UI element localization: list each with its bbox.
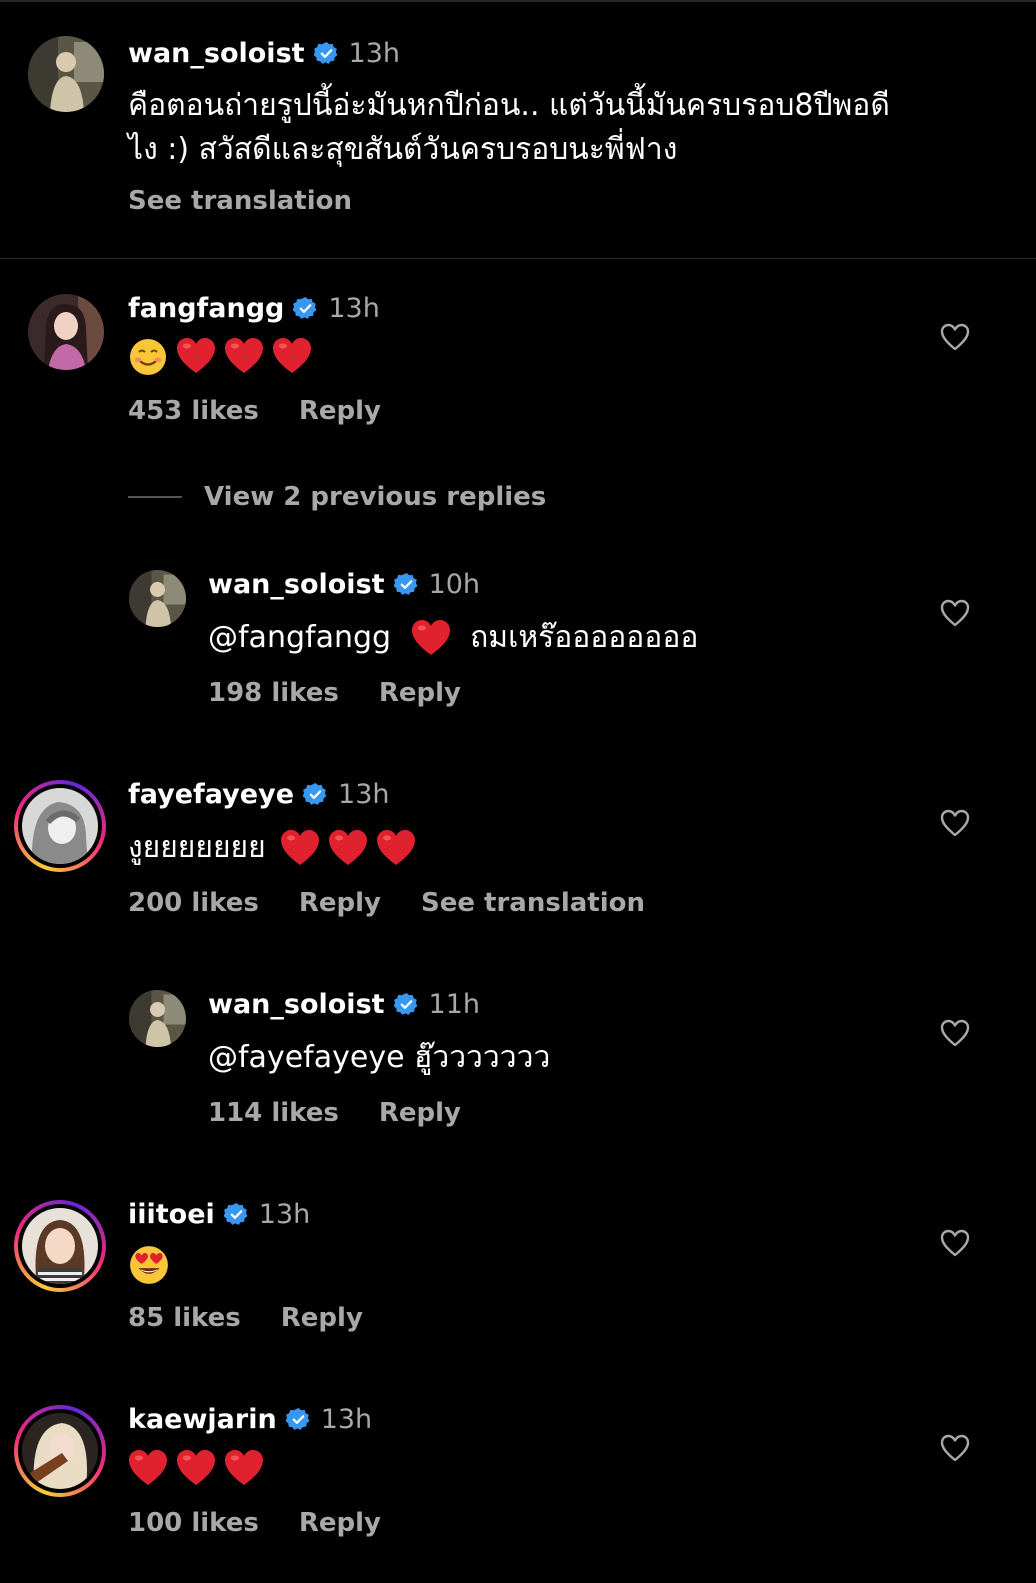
- like-heart-icon[interactable]: [940, 599, 970, 627]
- timestamp: 13h: [320, 1404, 373, 1435]
- verified-badge-icon: [313, 41, 339, 66]
- likes-count[interactable]: 198 likes: [208, 678, 339, 708]
- username[interactable]: wan_soloist: [208, 569, 385, 600]
- caption-text: คือตอนถ่ายรูปนี้อ่ะมันหกปีก่อน.. แต่วันน…: [128, 84, 988, 172]
- likes-count[interactable]: 114 likes: [208, 1098, 339, 1128]
- avatar[interactable]: [129, 570, 186, 627]
- story-ring-avatar[interactable]: [14, 1405, 106, 1497]
- comment-header: wan_soloist 11h: [208, 989, 480, 1020]
- comment-text: [128, 334, 320, 378]
- comment-text-after: ถมเหร๊ออออออออ: [470, 620, 699, 655]
- reply-button[interactable]: Reply: [281, 1303, 363, 1333]
- replies-divider-line: [128, 496, 182, 498]
- comment-body: งูยยยยยยย: [128, 830, 266, 865]
- red-heart-icon: [411, 619, 451, 659]
- comment-header: fayefayeye 13h: [128, 779, 389, 810]
- username[interactable]: wan_soloist: [208, 989, 385, 1020]
- see-translation-link[interactable]: See translation: [421, 888, 645, 918]
- red-heart-icon: [376, 829, 416, 869]
- comment-header: wan_soloist 13h: [128, 38, 400, 69]
- avatar: [22, 788, 98, 864]
- comment-actions: 85 likes Reply: [128, 1303, 403, 1333]
- comment-actions: 453 likes Reply: [128, 396, 421, 426]
- comment-actions: 198 likes Reply: [208, 678, 501, 708]
- red-heart-icon: [280, 829, 320, 869]
- timestamp: 13h: [348, 38, 401, 69]
- comment-text: [128, 1446, 272, 1490]
- username[interactable]: fangfangg: [128, 293, 284, 324]
- username[interactable]: wan_soloist: [128, 38, 305, 69]
- avatar: [22, 1413, 98, 1489]
- timestamp: 13h: [328, 293, 380, 324]
- reply-button[interactable]: Reply: [379, 1098, 461, 1128]
- view-replies-label[interactable]: View 2 previous replies: [204, 482, 546, 512]
- red-heart-icon: [176, 1449, 216, 1489]
- like-heart-icon[interactable]: [940, 323, 970, 351]
- timestamp: 13h: [258, 1199, 311, 1230]
- reply-button[interactable]: Reply: [299, 888, 381, 918]
- caption-line: ไง :) สวัสดีและสุขสันต์วันครบรอบนะพี่ฟาง: [128, 132, 678, 167]
- timestamp: 11h: [428, 989, 481, 1020]
- comment-header: fangfangg 13h: [128, 293, 380, 324]
- comment-header: iiitoei 13h: [128, 1199, 310, 1230]
- avatar[interactable]: [129, 990, 186, 1047]
- smiling-face-icon: [128, 337, 168, 377]
- comment-actions: 200 likes Reply See translation: [128, 888, 685, 918]
- likes-count[interactable]: 85 likes: [128, 1303, 241, 1333]
- reply-button[interactable]: Reply: [299, 396, 381, 426]
- comment-header: kaewjarin 13h: [128, 1404, 372, 1435]
- comment-actions: 100 likes Reply: [128, 1508, 421, 1538]
- story-ring-avatar[interactable]: [14, 780, 106, 872]
- like-heart-icon[interactable]: [940, 1229, 970, 1257]
- verified-badge-icon: [303, 782, 328, 807]
- comment-text: @fayefayeye ฮู๊ววววววว: [208, 1040, 551, 1075]
- timestamp: 13h: [338, 779, 390, 810]
- verified-badge-icon: [223, 1202, 249, 1227]
- likes-count[interactable]: 200 likes: [128, 888, 259, 918]
- timestamp: 10h: [428, 569, 481, 600]
- verified-badge-icon: [393, 992, 419, 1017]
- red-heart-icon: [176, 337, 216, 377]
- like-heart-icon[interactable]: [940, 1019, 970, 1047]
- top-divider: [0, 0, 1036, 2]
- red-heart-icon: [224, 1449, 264, 1489]
- caption-line: คือตอนถ่ายรูปนี้อ่ะมันหกปีก่อน.. แต่วันน…: [128, 88, 890, 123]
- username[interactable]: fayefayeye: [128, 779, 294, 810]
- avatar[interactable]: [28, 294, 104, 370]
- story-ring-avatar[interactable]: [14, 1200, 106, 1292]
- red-heart-icon: [224, 337, 264, 377]
- comment-actions: 114 likes Reply: [208, 1098, 501, 1128]
- see-translation-link[interactable]: See translation: [128, 186, 352, 216]
- verified-badge-icon: [285, 1407, 311, 1432]
- view-previous-replies[interactable]: View 2 previous replies: [128, 482, 546, 512]
- likes-count[interactable]: 453 likes: [128, 396, 259, 426]
- red-heart-icon: [272, 337, 312, 377]
- verified-badge-icon: [393, 572, 419, 597]
- heart-eyes-icon: [128, 1244, 170, 1286]
- comment-text: งูยยยยยยย: [128, 826, 424, 870]
- username[interactable]: kaewjarin: [128, 1404, 277, 1435]
- verified-badge-icon: [293, 296, 318, 321]
- red-heart-icon: [328, 829, 368, 869]
- avatar: [22, 1208, 98, 1284]
- red-heart-icon: [128, 1449, 168, 1489]
- reply-button[interactable]: Reply: [379, 678, 461, 708]
- like-heart-icon[interactable]: [940, 1434, 970, 1462]
- username[interactable]: iiitoei: [128, 1199, 215, 1230]
- comment-text: [128, 1242, 178, 1286]
- avatar[interactable]: [28, 36, 104, 112]
- comment-text: @fangfangg ถมเหร๊ออออออออ: [208, 616, 698, 660]
- comment-header: wan_soloist 10h: [208, 569, 480, 600]
- reply-button[interactable]: Reply: [299, 1508, 381, 1538]
- section-divider: [0, 258, 1036, 259]
- mention-link[interactable]: @fangfangg: [208, 620, 391, 655]
- likes-count[interactable]: 100 likes: [128, 1508, 259, 1538]
- like-heart-icon[interactable]: [940, 809, 970, 837]
